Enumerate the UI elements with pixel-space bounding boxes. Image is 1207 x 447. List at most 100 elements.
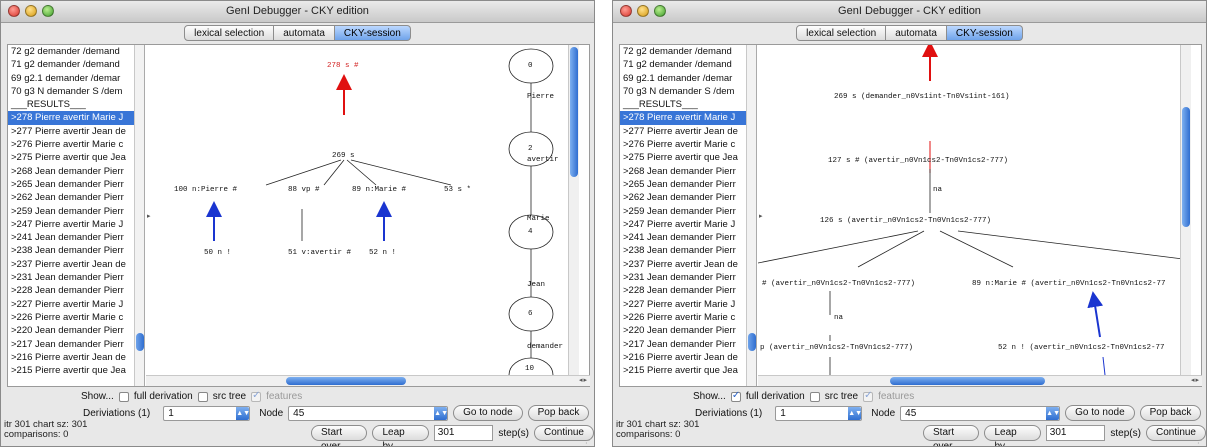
graph-node[interactable]: 126 s (avertir_n0Vn1cs2-Tn0Vn1cs2-777) [820,217,991,225]
start-over-button[interactable]: Start over [311,425,368,446]
graph-node[interactable]: 269 s [332,152,355,160]
list-item[interactable]: >277 Pierre avertir Jean de [8,125,134,138]
list-item[interactable]: >241 Jean demander Pierr [8,231,134,244]
divider-handle-icon[interactable]: ▸ [147,212,151,220]
list-item[interactable]: >220 Jean demander Pierr [620,324,746,337]
list-item[interactable]: >237 Pierre avertir Jean de [620,258,746,271]
list-item[interactable]: >277 Pierre avertir Jean de [620,125,746,138]
graph-node[interactable]: 278 s # [327,62,359,70]
list-item[interactable]: >231 Jean demander Pierr [620,271,746,284]
scroll-thumb[interactable] [748,333,756,351]
list-item[interactable]: >268 Jean demander Pierr [8,165,134,178]
list-item[interactable]: >217 Jean demander Pierr [8,338,134,351]
leap-by-button[interactable]: Leap by... [372,425,429,446]
list-item[interactable]: >275 Pierre avertir que Jea [8,151,134,164]
chart-item-list[interactable]: 72 g2 demander /demand 71 g2 demander /de… [8,45,145,386]
list-item[interactable]: >216 Pierre avertir Jean de [620,351,746,364]
tab-cky-session[interactable]: CKY-session [334,25,411,41]
graph-node[interactable]: 52 n ! (avertir_n0Vn1cs2-Tn0Vn1cs2-77 [998,344,1165,352]
scroll-thumb[interactable] [286,377,406,385]
list-item[interactable]: >227 Pierre avertir Marie J [620,298,746,311]
list-item[interactable]: >231 Jean demander Pierr [8,271,134,284]
list-scrollbar[interactable] [134,45,144,386]
list-item[interactable]: 72 g2 demander /demand [8,45,134,58]
list-item[interactable]: >275 Pierre avertir que Jea [620,151,746,164]
horizontal-scrollbar[interactable]: ◂▸ [758,375,1202,386]
full-derivation-checkbox[interactable] [118,391,129,402]
tab-automata[interactable]: automata [886,25,947,41]
tab-lexical-selection[interactable]: lexical selection [796,25,887,41]
scroll-arrows-icon[interactable]: ◂▸ [579,376,588,384]
list-item[interactable]: >259 Jean demander Pierr [8,205,134,218]
derivation-canvas[interactable]: 269 s (demander_n0Vs1int-Tn0Vs1int-161) … [758,45,1191,375]
list-item[interactable]: >247 Pierre avertir Marie J [8,218,134,231]
title-bar[interactable]: GenI Debugger - CKY edition [1,1,594,23]
list-item[interactable]: 70 g3 N demander S /dem [8,85,134,98]
resize-grip-icon[interactable]: ⋰ [585,436,593,445]
chart-item-list[interactable]: 72 g2 demander /demand 71 g2 demander /de… [620,45,757,386]
list-item[interactable]: >265 Jean demander Pierr [620,178,746,191]
graph-node[interactable]: 100 n:Pierre # [174,186,237,194]
graph-node[interactable]: # (avertir_n0Vn1cs2-Tn0Vn1cs2-777) [762,280,915,288]
graph-node[interactable]: 88 vp # [288,186,320,194]
graph-node[interactable]: p (avertir_n0Vn1cs2-Tn0Vn1cs2-777) [760,344,913,352]
divider-handle-icon[interactable]: ▸ [759,212,763,220]
list-item[interactable]: >259 Jean demander Pierr [620,205,746,218]
list-item[interactable]: >226 Pierre avertir Marie c [620,311,746,324]
horizontal-scrollbar[interactable]: ◂▸ [146,375,590,386]
scroll-thumb[interactable] [890,377,1045,385]
list-item[interactable]: ___RESULTS___ [620,98,746,111]
list-item[interactable]: >265 Jean demander Pierr [8,178,134,191]
list-item[interactable]: >215 Pierre avertir que Jea [8,364,134,377]
list-item[interactable]: >228 Jean demander Pierr [620,284,746,297]
graph-node[interactable]: 51 v:avertir # [288,249,351,257]
list-item[interactable]: >262 Jean demander Pierr [620,191,746,204]
graph-node[interactable]: 89 n:Marie # [352,186,406,194]
leap-steps-input[interactable]: 301 [433,425,494,441]
go-to-node-button[interactable]: Go to node [453,405,523,421]
list-item[interactable]: 70 g3 N demander S /dem [620,85,746,98]
node-select[interactable]: 45 ▲▼ [288,405,449,421]
graph-node[interactable]: 89 n:Marie # (avertir_n0Vn1cs2-Tn0Vn1cs2… [972,280,1166,288]
list-item[interactable]: >276 Pierre avertir Marie c [8,138,134,151]
node-select[interactable]: 45 ▲▼ [900,405,1061,421]
list-item[interactable]: >262 Jean demander Pierr [8,191,134,204]
derivation-select[interactable]: 1 ▲▼ [775,405,863,421]
list-item[interactable]: >276 Pierre avertir Marie c [620,138,746,151]
graph-node[interactable]: 50 n ! [204,249,231,257]
graph-node[interactable]: 269 s (demander_n0Vs1int-Tn0Vs1int-161) [834,93,1010,101]
list-item[interactable]: ___RESULTS___ [8,98,134,111]
tab-automata[interactable]: automata [274,25,335,41]
list-item[interactable]: >247 Pierre avertir Marie J [620,218,746,231]
tab-lexical-selection[interactable]: lexical selection [184,25,275,41]
list-item[interactable]: >237 Pierre avertir Jean de [8,258,134,271]
title-bar[interactable]: GenI Debugger - CKY edition [613,1,1206,23]
list-item[interactable]: 69 g2.1 demander /demar [8,72,134,85]
derivation-canvas[interactable]: 278 s # 269 s 100 n:Pierre # 88 vp # 89 … [146,45,579,375]
list-item[interactable]: >226 Pierre avertir Marie c [8,311,134,324]
vertical-scrollbar[interactable] [1180,45,1191,375]
graph-node[interactable]: 53 s * [444,186,471,194]
list-item[interactable]: 71 g2 demander /demand [620,58,746,71]
list-item[interactable]: >215 Pierre avertir que Jea [620,364,746,377]
list-item[interactable]: >220 Jean demander Pierr [8,324,134,337]
list-item[interactable]: >278 Pierre avertir Marie J [620,111,746,125]
list-item[interactable]: >238 Jean demander Pierr [620,244,746,257]
vertical-scrollbar[interactable] [568,45,579,375]
list-item[interactable]: 72 g2 demander /demand [620,45,746,58]
list-item[interactable]: >278 Pierre avertir Marie J [8,111,134,125]
list-item[interactable]: >216 Pierre avertir Jean de [8,351,134,364]
resize-grip-icon[interactable]: ⋰ [1197,436,1205,445]
graph-node[interactable]: 127 s # (avertir_n0Vn1cs2-Tn0Vn1cs2-777) [828,157,1008,165]
list-item[interactable]: >238 Jean demander Pierr [8,244,134,257]
graph-node[interactable]: 52 n ! [369,249,396,257]
src-tree-checkbox[interactable] [197,391,208,402]
tab-cky-session[interactable]: CKY-session [946,25,1023,41]
pop-back-button[interactable]: Pop back [1139,405,1202,421]
go-to-node-button[interactable]: Go to node [1065,405,1135,421]
scroll-thumb[interactable] [136,333,144,351]
derivation-select[interactable]: 1 ▲▼ [163,405,251,421]
scroll-arrows-icon[interactable]: ◂▸ [1191,376,1200,384]
src-tree-checkbox[interactable] [809,391,820,402]
list-scrollbar[interactable] [746,45,756,386]
